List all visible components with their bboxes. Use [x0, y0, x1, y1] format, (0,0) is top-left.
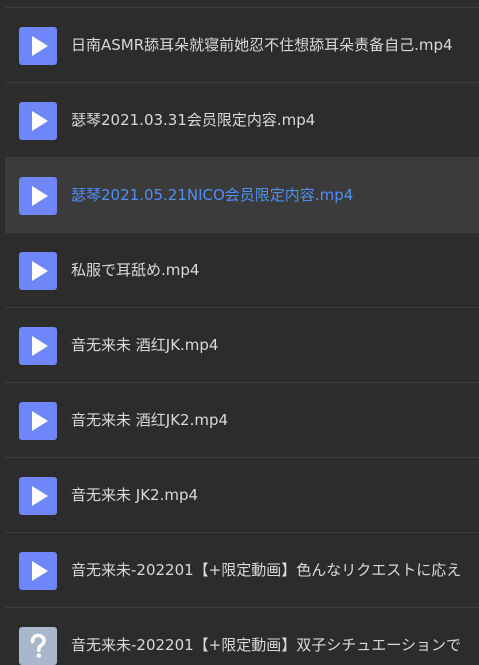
file-row[interactable]: 音无来未-202201【+限定動画】双子シチュエーションで: [5, 608, 479, 665]
unknown-file-icon: [19, 627, 57, 665]
file-row[interactable]: 音无来未-202201【+限定動画】色んなリクエストに応え: [5, 533, 479, 608]
file-row[interactable]: 音无来未 JK2.mp4: [5, 458, 479, 533]
play-icon: [19, 477, 57, 515]
file-name: 音无来未-202201【+限定動画】色んなリクエストに応え: [71, 561, 462, 579]
play-icon: [19, 102, 57, 140]
file-row[interactable]: 音无来未 酒红JK2.mp4: [5, 383, 479, 458]
file-name: 音无来未 酒红JK.mp4: [71, 336, 219, 354]
play-icon: [19, 327, 57, 365]
play-icon: [19, 177, 57, 215]
file-name: 瑟琴2021.05.21NICO会员限定内容.mp4: [71, 186, 354, 204]
play-icon: [19, 402, 57, 440]
file-name: 私服で耳舐め.mp4: [71, 261, 200, 279]
file-name: 瑟琴2021.03.31会员限定内容.mp4: [71, 111, 316, 129]
file-list: 日南ASMR舔耳朵就寝前她忍不住想舔耳朵责备自己.mp4 瑟琴2021.03.3…: [0, 0, 479, 665]
file-row[interactable]: 音无来未 酒红JK.mp4: [5, 308, 479, 383]
file-row[interactable]: 日南ASMR舔耳朵就寝前她忍不住想舔耳朵责备自己.mp4: [5, 8, 479, 83]
play-icon: [19, 252, 57, 290]
file-row[interactable]: 私服で耳舐め.mp4: [5, 233, 479, 308]
file-name: 日南ASMR舔耳朵就寝前她忍不住想舔耳朵责备自己.mp4: [71, 36, 453, 54]
play-icon: [19, 552, 57, 590]
play-icon: [19, 27, 57, 65]
file-row-selected[interactable]: 瑟琴2021.05.21NICO会员限定内容.mp4: [5, 158, 479, 233]
file-row[interactable]: 瑟琴2021.03.31会员限定内容.mp4: [5, 83, 479, 158]
file-name: 音无来未 JK2.mp4: [71, 486, 199, 504]
file-name: 音无来未-202201【+限定動画】双子シチュエーションで: [71, 636, 461, 654]
file-name: 音无来未 酒红JK2.mp4: [71, 411, 229, 429]
